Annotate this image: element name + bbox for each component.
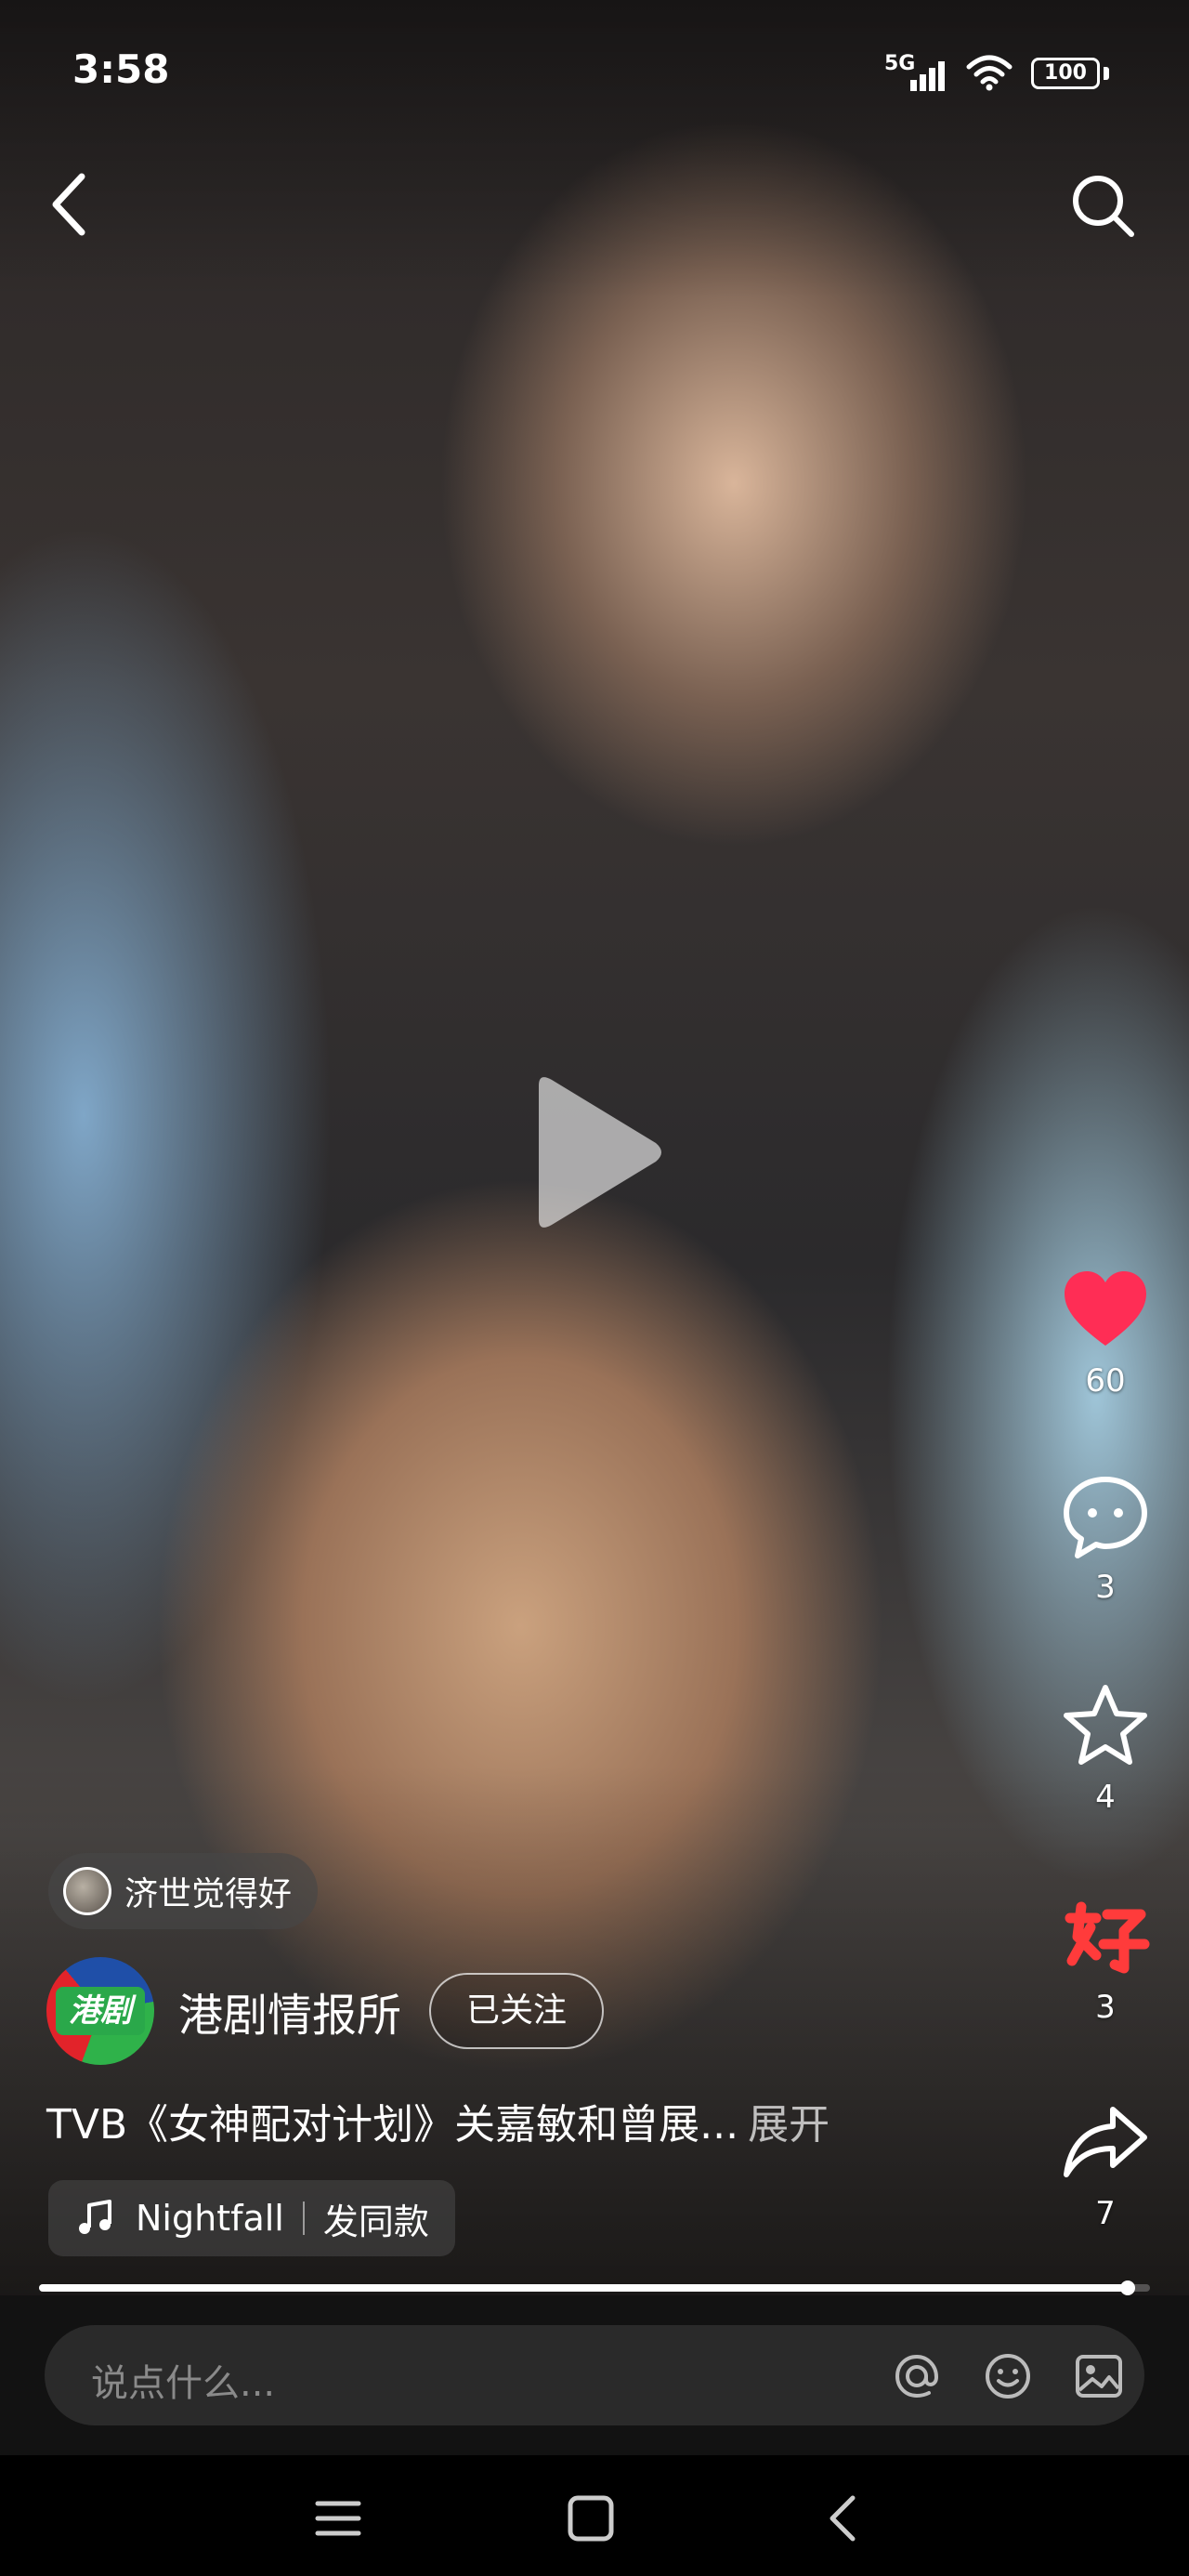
play-icon[interactable] — [520, 1069, 669, 1236]
like-count: 60 — [1085, 1362, 1126, 1400]
heart-icon — [1065, 1271, 1146, 1346]
status-time: 3:58 — [72, 46, 170, 92]
author-row: 港剧 港剧情报所 已关注 — [46, 1955, 605, 2067]
video-caption[interactable]: TVB《女神配对计划》关嘉敏和曾展... 展开 — [46, 2091, 830, 2150]
wifi-icon — [966, 55, 1013, 91]
author-name[interactable]: 港剧情报所 — [178, 1978, 401, 2044]
good-button[interactable]: 3 — [1050, 1890, 1161, 2026]
topic-label: 济世觉得好 — [124, 1875, 293, 1913]
home-icon[interactable] — [563, 2492, 619, 2544]
good-count: 3 — [1095, 1989, 1116, 2026]
comment-button[interactable]: 3 — [1050, 1470, 1161, 1606]
music-title: Nightfall — [136, 2198, 284, 2239]
author-avatar-text: 港剧 — [56, 1987, 145, 2035]
use-sound-button[interactable]: 发同款 — [323, 2193, 429, 2244]
expand-link[interactable]: 展开 — [748, 2101, 830, 2149]
image-icon[interactable] — [1072, 2349, 1126, 2403]
system-nav-bar — [0, 2455, 1189, 2576]
share-count: 7 — [1095, 2195, 1116, 2232]
emoji-icon[interactable] — [981, 2349, 1035, 2403]
music-note-icon — [79, 2200, 111, 2234]
signal-icon — [910, 61, 945, 91]
like-button[interactable]: 60 — [1050, 1264, 1161, 1400]
author-avatar[interactable]: 港剧 — [46, 1957, 154, 2065]
status-bar: 3:58 5G 100 — [0, 0, 1189, 149]
music-chip[interactable]: Nightfall 发同款 — [48, 2180, 455, 2256]
good-badge-icon — [1065, 1901, 1150, 1974]
comment-placeholder: 说点什么... — [91, 2362, 276, 2405]
search-button[interactable] — [1066, 169, 1137, 240]
back-nav-icon[interactable] — [816, 2492, 871, 2544]
topic-chip[interactable]: 济世觉得好 — [48, 1853, 319, 1929]
progress-handle[interactable] — [1120, 2280, 1136, 2295]
battery-icon: 100 — [1031, 58, 1100, 89]
topic-avatar — [63, 1867, 111, 1915]
caption-text: TVB《女神配对计划》关嘉敏和曾展... — [46, 2101, 739, 2149]
share-button[interactable]: 7 — [1050, 2096, 1161, 2232]
share-icon — [1064, 2107, 1147, 2177]
comment-input[interactable]: 说点什么... — [45, 2325, 1144, 2425]
follow-button[interactable]: 已关注 — [429, 1973, 605, 2049]
comment-icon — [1064, 1477, 1147, 1558]
comment-count: 3 — [1095, 1569, 1116, 1606]
comment-bar: 说点什么... — [0, 2295, 1189, 2455]
back-button[interactable] — [43, 167, 98, 242]
battery-tip — [1104, 67, 1109, 80]
favorite-count: 4 — [1095, 1779, 1116, 1816]
progress-fill — [39, 2284, 1129, 2292]
progress-bar[interactable] — [39, 2280, 1150, 2295]
music-divider — [302, 2201, 305, 2235]
mention-icon[interactable] — [890, 2349, 944, 2403]
star-icon — [1064, 1685, 1147, 1765]
menu-icon[interactable] — [310, 2492, 366, 2544]
favorite-button[interactable]: 4 — [1050, 1680, 1161, 1816]
